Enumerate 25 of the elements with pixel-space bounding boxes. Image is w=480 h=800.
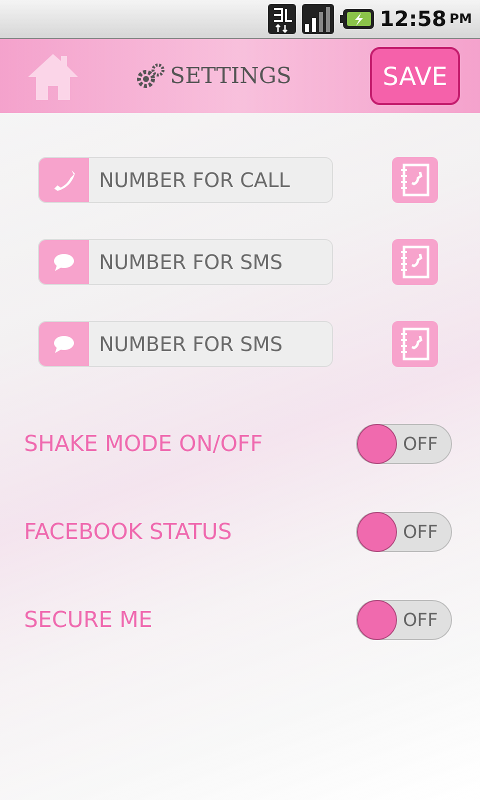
number-input[interactable]: NUMBER FOR CALL xyxy=(89,168,332,192)
toggle-switch[interactable]: OFF xyxy=(356,600,452,640)
signal-icon xyxy=(302,4,334,34)
number-field[interactable]: NUMBER FOR SMS xyxy=(38,239,333,285)
battery-icon xyxy=(340,9,374,29)
number-field[interactable]: NUMBER FOR SMS xyxy=(38,321,333,367)
toggle-switch[interactable]: OFF xyxy=(356,512,452,552)
contacts-button[interactable] xyxy=(392,239,438,285)
setting-label: SECURE ME xyxy=(24,608,152,632)
toggle-switch[interactable]: OFF xyxy=(356,424,452,464)
contacts-button[interactable] xyxy=(392,321,438,367)
contacts-button[interactable] xyxy=(392,157,438,203)
speech-bubble-icon xyxy=(53,252,75,272)
clock-time: 12:58 xyxy=(380,7,447,31)
setting-label: SHAKE MODE ON/OFF xyxy=(24,432,263,456)
speech-bubble-icon xyxy=(53,334,75,354)
save-button[interactable]: SAVE xyxy=(370,47,460,105)
setting-label: FACEBOOK STATUS xyxy=(24,520,232,544)
home-icon[interactable] xyxy=(26,52,80,100)
number-input[interactable]: NUMBER FOR SMS xyxy=(89,250,332,274)
screen-title: SETTINGS xyxy=(170,64,292,88)
gears-icon xyxy=(136,63,166,89)
number-field[interactable]: NUMBER FOR CALL xyxy=(38,157,333,203)
number-input[interactable]: NUMBER FOR SMS xyxy=(89,332,332,356)
clock-period: PM xyxy=(450,12,472,26)
